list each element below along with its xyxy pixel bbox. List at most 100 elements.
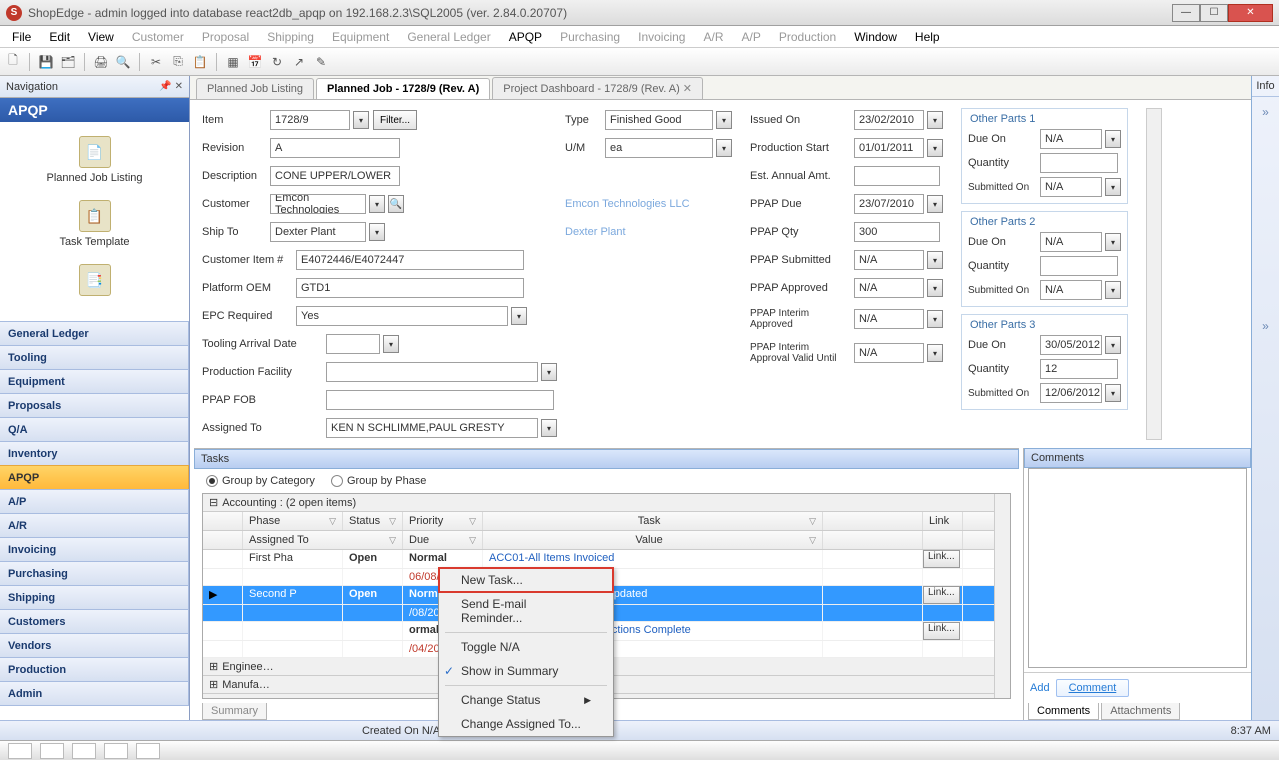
assignedto-field[interactable]: KEN N SCHLIMME,PAUL GRESTY [326, 418, 538, 438]
menu-edit[interactable]: Edit [41, 28, 78, 46]
minimize-button[interactable]: — [1172, 4, 1200, 22]
col-due[interactable]: Due [409, 534, 429, 546]
menu-file[interactable]: File [4, 28, 39, 46]
col-task[interactable]: Task [638, 515, 661, 527]
expand-icon[interactable]: ⊞ [209, 696, 218, 699]
customer-search-icon[interactable]: 🔍 [388, 195, 404, 213]
refresh-icon[interactable]: ↻ [268, 53, 286, 71]
op1-qty-field[interactable] [1040, 153, 1118, 173]
menu-ap[interactable]: A/P [734, 28, 769, 46]
pin-icon[interactable]: 📌 ✕ [159, 81, 183, 92]
customer-dropdown-icon[interactable]: ▾ [369, 195, 385, 213]
menu-gl[interactable]: General Ledger [399, 28, 498, 46]
col-assigned-to[interactable]: Assigned To [249, 534, 309, 546]
shipto-field[interactable]: Dexter Plant [270, 222, 366, 242]
filter-button[interactable]: Filter... [373, 110, 417, 130]
sidebar-item-proposals[interactable]: Proposals [0, 393, 189, 418]
tool-arrival-dropdown-icon[interactable]: ▾ [383, 335, 399, 353]
print-icon[interactable]: 🖨 [92, 53, 110, 71]
customer-field[interactable]: Emcon Technologies [270, 194, 366, 214]
filter-icon[interactable]: ▽ [809, 535, 816, 546]
menu-apqp[interactable]: APQP [501, 28, 550, 46]
sidebar-item-a-r[interactable]: A/R [0, 513, 189, 538]
col-value[interactable]: Value [635, 534, 662, 546]
op3-qty-field[interactable]: 12 [1040, 359, 1118, 379]
ppap-appr-field[interactable]: N/A [854, 278, 924, 298]
ctx-change-assigned[interactable]: Change Assigned To... [439, 712, 613, 720]
info-strip[interactable]: Info » » [1251, 76, 1279, 720]
sidebar-item-q-a[interactable]: Q/A [0, 417, 189, 442]
item-field[interactable]: 1728/9 [270, 110, 350, 130]
prod-fac-dropdown-icon[interactable]: ▾ [541, 363, 557, 381]
close-button[interactable]: ✕ [1228, 4, 1273, 22]
col-status[interactable]: Status [349, 515, 380, 527]
prodstart-dropdown-icon[interactable]: ▾ [927, 139, 943, 157]
tab-planned-job[interactable]: Planned Job - 1728/9 (Rev. A) [316, 78, 490, 99]
revision-field[interactable]: A [270, 138, 400, 158]
group-by-phase-radio[interactable]: Group by Phase [331, 475, 427, 487]
ppap-sub-dropdown-icon[interactable]: ▾ [927, 251, 943, 269]
op1-dueon-field[interactable]: N/A [1040, 129, 1102, 149]
col-priority[interactable]: Priority [409, 515, 443, 527]
ppap-int-valid-dropdown-icon[interactable]: ▾ [927, 344, 943, 362]
comments-tab[interactable]: Comments [1028, 703, 1099, 720]
issued-dropdown-icon[interactable]: ▾ [927, 111, 943, 129]
shipto-dropdown-icon[interactable]: ▾ [369, 223, 385, 241]
description-field[interactable]: CONE UPPER/LOWER [270, 166, 400, 186]
filter-icon[interactable]: ▽ [389, 535, 396, 546]
menu-view[interactable]: View [80, 28, 122, 46]
epc-dropdown-icon[interactable]: ▾ [511, 307, 527, 325]
comment-button[interactable]: Comment [1056, 679, 1130, 697]
op3-sub-field[interactable]: 12/06/2012 [1040, 383, 1102, 403]
group-by-category-radio[interactable]: Group by Category [206, 475, 315, 487]
menu-ar[interactable]: A/R [695, 28, 731, 46]
sidebar-item-invoicing[interactable]: Invoicing [0, 537, 189, 562]
issued-field[interactable]: 23/02/2010 [854, 110, 924, 130]
info-tab[interactable]: Info [1252, 76, 1279, 97]
ppap-int-valid-field[interactable]: N/A [854, 343, 924, 363]
menu-equipment[interactable]: Equipment [324, 28, 397, 46]
op2-dueon-dropdown-icon[interactable]: ▾ [1105, 233, 1121, 251]
op3-dueon-dropdown-icon[interactable]: ▾ [1105, 336, 1121, 354]
ctx-show-summary[interactable]: ✓Show in Summary [439, 659, 613, 683]
op1-sub-dropdown-icon[interactable]: ▾ [1105, 178, 1121, 196]
expand-icon[interactable]: » [1262, 105, 1269, 119]
epc-field[interactable]: Yes [296, 306, 508, 326]
ppap-due-field[interactable]: 23/07/2010 [854, 194, 924, 214]
filter-icon[interactable]: ▽ [329, 516, 336, 527]
nav-item-blank[interactable]: 📑 [0, 260, 189, 312]
sidebar-item-vendors[interactable]: Vendors [0, 633, 189, 658]
sidebar-item-admin[interactable]: Admin [0, 681, 189, 706]
filter-icon[interactable]: ▽ [469, 516, 476, 527]
type-field[interactable]: Finished Good [605, 110, 713, 130]
op2-sub-dropdown-icon[interactable]: ▾ [1105, 281, 1121, 299]
op3-dueon-field[interactable]: 30/05/2012 [1040, 335, 1102, 355]
col-phase[interactable]: Phase [249, 515, 280, 527]
um-dropdown-icon[interactable]: ▾ [716, 139, 732, 157]
menu-help[interactable]: Help [907, 28, 948, 46]
type-dropdown-icon[interactable]: ▾ [716, 111, 732, 129]
menu-window[interactable]: Window [846, 28, 905, 46]
tab-close-icon[interactable]: ✕ [683, 83, 692, 95]
print-preview-icon[interactable]: 🔍 [114, 53, 132, 71]
op2-sub-field[interactable]: N/A [1040, 280, 1102, 300]
collapse-icon[interactable]: ⊟ [209, 496, 218, 509]
assignedto-dropdown-icon[interactable]: ▾ [541, 419, 557, 437]
tab-planned-job-listing[interactable]: Planned Job Listing [196, 78, 314, 99]
cut-icon[interactable]: ✂ [147, 53, 165, 71]
paste-icon[interactable]: 📋 [191, 53, 209, 71]
sidebar-item-customers[interactable]: Customers [0, 609, 189, 634]
save-icon[interactable]: 💾 [37, 53, 55, 71]
filter-icon[interactable]: ▽ [389, 516, 396, 527]
ppap-sub-field[interactable]: N/A [854, 250, 924, 270]
ctx-send-email[interactable]: Send E-mail Reminder... [439, 592, 613, 630]
add-comment-link[interactable]: Add [1030, 682, 1050, 694]
op3-sub-dropdown-icon[interactable]: ▾ [1105, 384, 1121, 402]
copy-icon[interactable]: ⎘ [169, 53, 187, 71]
menu-production[interactable]: Production [771, 28, 844, 46]
maximize-button[interactable]: ☐ [1200, 4, 1228, 22]
expand-icon[interactable]: ⊞ [209, 660, 218, 673]
tool-arrival-field[interactable] [326, 334, 380, 354]
ppap-int-appr-field[interactable]: N/A [854, 309, 924, 329]
filter-icon[interactable]: ▽ [809, 516, 816, 527]
